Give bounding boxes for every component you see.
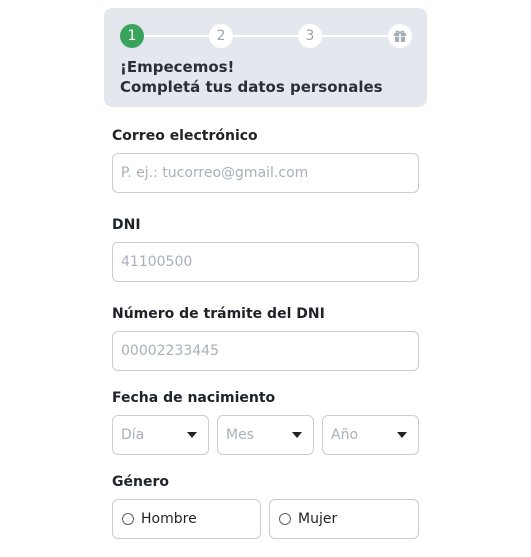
gender-option-hombre[interactable]: Hombre <box>112 499 261 539</box>
dni-label: DNI <box>112 217 141 233</box>
gender-option-label: Mujer <box>298 511 338 527</box>
chevron-down-icon <box>187 432 197 438</box>
gift-icon <box>393 29 407 43</box>
step-final <box>388 24 412 48</box>
gender-label: Género <box>112 474 169 490</box>
birth-day-value: Día <box>121 427 145 443</box>
email-field[interactable] <box>112 153 419 193</box>
chevron-down-icon <box>292 432 302 438</box>
chevron-down-icon <box>397 432 407 438</box>
step-connector <box>144 35 209 37</box>
radio-icon <box>279 513 291 525</box>
birth-year-value: Año <box>331 427 359 443</box>
radio-icon <box>122 513 134 525</box>
birth-day-select[interactable]: Día <box>112 415 209 455</box>
dni-field[interactable] <box>112 242 419 282</box>
birth-month-value: Mes <box>226 427 254 443</box>
progress-stepper: 1 2 3 <box>120 24 412 48</box>
birth-month-select[interactable]: Mes <box>217 415 314 455</box>
step-connector <box>233 35 298 37</box>
email-label: Correo electrónico <box>112 128 258 144</box>
header-card: 1 2 3 ¡Empecemos! Completá tus datos per… <box>104 8 427 107</box>
registration-form-page: 1 2 3 ¡Empecemos! Completá tus datos per… <box>0 0 531 557</box>
tramite-label: Número de trámite del DNI <box>112 306 325 322</box>
step-1: 1 <box>120 24 144 48</box>
step-3: 3 <box>298 24 322 48</box>
header-title: ¡Empecemos! Completá tus datos personale… <box>120 57 420 97</box>
birthdate-label: Fecha de nacimiento <box>112 390 276 406</box>
gender-option-mujer[interactable]: Mujer <box>269 499 419 539</box>
step-connector <box>322 35 388 37</box>
tramite-field[interactable] <box>112 331 419 371</box>
header-title-line-1: ¡Empecemos! <box>120 58 235 76</box>
gender-option-label: Hombre <box>141 511 197 527</box>
birth-year-select[interactable]: Año <box>322 415 419 455</box>
step-2: 2 <box>209 24 233 48</box>
header-title-line-2: Completá tus datos personales <box>120 78 383 96</box>
